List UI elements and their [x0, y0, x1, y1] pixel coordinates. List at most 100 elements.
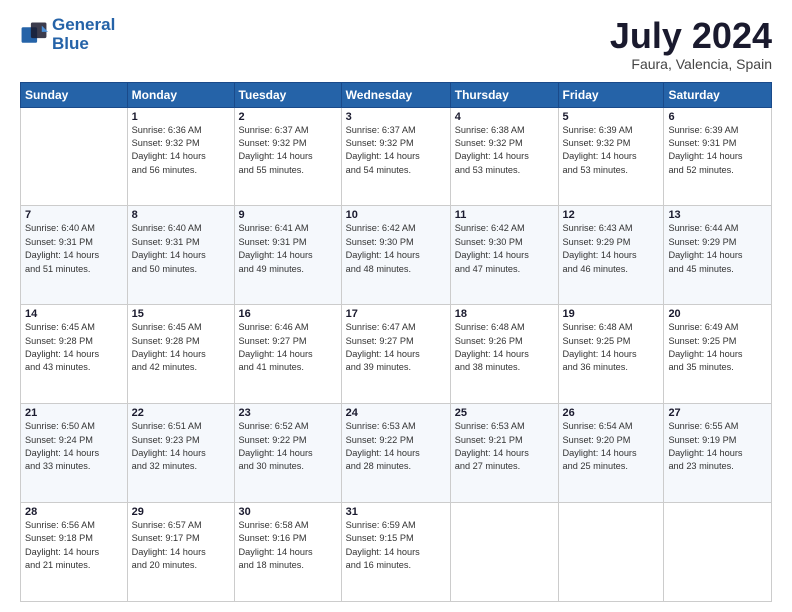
- day-info: Sunrise: 6:49 AM Sunset: 9:25 PM Dayligh…: [668, 321, 767, 374]
- day-info: Sunrise: 6:53 AM Sunset: 9:21 PM Dayligh…: [455, 420, 554, 473]
- calendar-cell: [558, 503, 664, 602]
- weekday-header-cell: Monday: [127, 82, 234, 107]
- calendar-table: SundayMondayTuesdayWednesdayThursdayFrid…: [20, 82, 772, 602]
- day-info: Sunrise: 6:59 AM Sunset: 9:15 PM Dayligh…: [346, 519, 446, 572]
- calendar-cell: [21, 107, 128, 206]
- day-number: 26: [563, 407, 660, 419]
- calendar-cell: 26Sunrise: 6:54 AM Sunset: 9:20 PM Dayli…: [558, 404, 664, 503]
- day-info: Sunrise: 6:53 AM Sunset: 9:22 PM Dayligh…: [346, 420, 446, 473]
- day-info: Sunrise: 6:40 AM Sunset: 9:31 PM Dayligh…: [132, 222, 230, 275]
- calendar-cell: 22Sunrise: 6:51 AM Sunset: 9:23 PM Dayli…: [127, 404, 234, 503]
- calendar-cell: 7Sunrise: 6:40 AM Sunset: 9:31 PM Daylig…: [21, 206, 128, 305]
- day-info: Sunrise: 6:51 AM Sunset: 9:23 PM Dayligh…: [132, 420, 230, 473]
- day-number: 1: [132, 111, 230, 123]
- calendar-cell: 31Sunrise: 6:59 AM Sunset: 9:15 PM Dayli…: [341, 503, 450, 602]
- calendar-cell: 24Sunrise: 6:53 AM Sunset: 9:22 PM Dayli…: [341, 404, 450, 503]
- day-number: 11: [455, 209, 554, 221]
- calendar-cell: 20Sunrise: 6:49 AM Sunset: 9:25 PM Dayli…: [664, 305, 772, 404]
- weekday-header-cell: Sunday: [21, 82, 128, 107]
- day-number: 18: [455, 308, 554, 320]
- calendar-cell: 5Sunrise: 6:39 AM Sunset: 9:32 PM Daylig…: [558, 107, 664, 206]
- day-number: 19: [563, 308, 660, 320]
- day-number: 9: [239, 209, 337, 221]
- weekday-header-row: SundayMondayTuesdayWednesdayThursdayFrid…: [21, 82, 772, 107]
- day-number: 17: [346, 308, 446, 320]
- calendar-cell: 1Sunrise: 6:36 AM Sunset: 9:32 PM Daylig…: [127, 107, 234, 206]
- calendar-cell: 17Sunrise: 6:47 AM Sunset: 9:27 PM Dayli…: [341, 305, 450, 404]
- logo-text: General Blue: [52, 16, 115, 53]
- calendar-cell: 4Sunrise: 6:38 AM Sunset: 9:32 PM Daylig…: [450, 107, 558, 206]
- calendar-cell: [664, 503, 772, 602]
- calendar-cell: 9Sunrise: 6:41 AM Sunset: 9:31 PM Daylig…: [234, 206, 341, 305]
- day-info: Sunrise: 6:41 AM Sunset: 9:31 PM Dayligh…: [239, 222, 337, 275]
- calendar-week-row: 7Sunrise: 6:40 AM Sunset: 9:31 PM Daylig…: [21, 206, 772, 305]
- calendar-week-row: 14Sunrise: 6:45 AM Sunset: 9:28 PM Dayli…: [21, 305, 772, 404]
- day-number: 12: [563, 209, 660, 221]
- calendar-cell: 10Sunrise: 6:42 AM Sunset: 9:30 PM Dayli…: [341, 206, 450, 305]
- logo-line1: General: [52, 15, 115, 34]
- day-info: Sunrise: 6:44 AM Sunset: 9:29 PM Dayligh…: [668, 222, 767, 275]
- day-info: Sunrise: 6:54 AM Sunset: 9:20 PM Dayligh…: [563, 420, 660, 473]
- day-info: Sunrise: 6:39 AM Sunset: 9:31 PM Dayligh…: [668, 124, 767, 177]
- calendar-cell: 12Sunrise: 6:43 AM Sunset: 9:29 PM Dayli…: [558, 206, 664, 305]
- day-info: Sunrise: 6:42 AM Sunset: 9:30 PM Dayligh…: [455, 222, 554, 275]
- day-info: Sunrise: 6:58 AM Sunset: 9:16 PM Dayligh…: [239, 519, 337, 572]
- calendar-cell: [450, 503, 558, 602]
- calendar-cell: 14Sunrise: 6:45 AM Sunset: 9:28 PM Dayli…: [21, 305, 128, 404]
- calendar-cell: 18Sunrise: 6:48 AM Sunset: 9:26 PM Dayli…: [450, 305, 558, 404]
- day-info: Sunrise: 6:48 AM Sunset: 9:25 PM Dayligh…: [563, 321, 660, 374]
- weekday-header-cell: Saturday: [664, 82, 772, 107]
- day-number: 4: [455, 111, 554, 123]
- day-info: Sunrise: 6:52 AM Sunset: 9:22 PM Dayligh…: [239, 420, 337, 473]
- day-number: 24: [346, 407, 446, 419]
- day-info: Sunrise: 6:56 AM Sunset: 9:18 PM Dayligh…: [25, 519, 123, 572]
- day-number: 2: [239, 111, 337, 123]
- day-number: 15: [132, 308, 230, 320]
- day-number: 30: [239, 506, 337, 518]
- day-info: Sunrise: 6:40 AM Sunset: 9:31 PM Dayligh…: [25, 222, 123, 275]
- day-number: 25: [455, 407, 554, 419]
- main-title: July 2024: [610, 16, 772, 56]
- calendar-cell: 2Sunrise: 6:37 AM Sunset: 9:32 PM Daylig…: [234, 107, 341, 206]
- calendar-cell: 11Sunrise: 6:42 AM Sunset: 9:30 PM Dayli…: [450, 206, 558, 305]
- calendar-cell: 3Sunrise: 6:37 AM Sunset: 9:32 PM Daylig…: [341, 107, 450, 206]
- day-info: Sunrise: 6:39 AM Sunset: 9:32 PM Dayligh…: [563, 124, 660, 177]
- weekday-header-cell: Thursday: [450, 82, 558, 107]
- day-number: 7: [25, 209, 123, 221]
- day-number: 16: [239, 308, 337, 320]
- weekday-header-cell: Friday: [558, 82, 664, 107]
- header: General Blue July 2024 Faura, Valencia, …: [20, 16, 772, 72]
- day-info: Sunrise: 6:55 AM Sunset: 9:19 PM Dayligh…: [668, 420, 767, 473]
- day-info: Sunrise: 6:45 AM Sunset: 9:28 PM Dayligh…: [132, 321, 230, 374]
- day-info: Sunrise: 6:47 AM Sunset: 9:27 PM Dayligh…: [346, 321, 446, 374]
- day-info: Sunrise: 6:38 AM Sunset: 9:32 PM Dayligh…: [455, 124, 554, 177]
- calendar-cell: 30Sunrise: 6:58 AM Sunset: 9:16 PM Dayli…: [234, 503, 341, 602]
- day-info: Sunrise: 6:42 AM Sunset: 9:30 PM Dayligh…: [346, 222, 446, 275]
- calendar-week-row: 1Sunrise: 6:36 AM Sunset: 9:32 PM Daylig…: [21, 107, 772, 206]
- logo-icon: [20, 21, 48, 49]
- calendar-cell: 25Sunrise: 6:53 AM Sunset: 9:21 PM Dayli…: [450, 404, 558, 503]
- day-info: Sunrise: 6:46 AM Sunset: 9:27 PM Dayligh…: [239, 321, 337, 374]
- calendar-week-row: 28Sunrise: 6:56 AM Sunset: 9:18 PM Dayli…: [21, 503, 772, 602]
- logo: General Blue: [20, 16, 115, 53]
- day-number: 27: [668, 407, 767, 419]
- calendar-week-row: 21Sunrise: 6:50 AM Sunset: 9:24 PM Dayli…: [21, 404, 772, 503]
- calendar-cell: 8Sunrise: 6:40 AM Sunset: 9:31 PM Daylig…: [127, 206, 234, 305]
- calendar-cell: 29Sunrise: 6:57 AM Sunset: 9:17 PM Dayli…: [127, 503, 234, 602]
- calendar-cell: 6Sunrise: 6:39 AM Sunset: 9:31 PM Daylig…: [664, 107, 772, 206]
- day-info: Sunrise: 6:57 AM Sunset: 9:17 PM Dayligh…: [132, 519, 230, 572]
- logo-line2: Blue: [52, 34, 89, 53]
- day-number: 20: [668, 308, 767, 320]
- calendar-body: 1Sunrise: 6:36 AM Sunset: 9:32 PM Daylig…: [21, 107, 772, 601]
- day-info: Sunrise: 6:50 AM Sunset: 9:24 PM Dayligh…: [25, 420, 123, 473]
- calendar-cell: 23Sunrise: 6:52 AM Sunset: 9:22 PM Dayli…: [234, 404, 341, 503]
- weekday-header-cell: Tuesday: [234, 82, 341, 107]
- day-number: 6: [668, 111, 767, 123]
- day-number: 13: [668, 209, 767, 221]
- calendar-cell: 19Sunrise: 6:48 AM Sunset: 9:25 PM Dayli…: [558, 305, 664, 404]
- calendar-cell: 28Sunrise: 6:56 AM Sunset: 9:18 PM Dayli…: [21, 503, 128, 602]
- calendar-cell: 13Sunrise: 6:44 AM Sunset: 9:29 PM Dayli…: [664, 206, 772, 305]
- title-block: July 2024 Faura, Valencia, Spain: [610, 16, 772, 72]
- page: General Blue July 2024 Faura, Valencia, …: [0, 0, 792, 612]
- day-info: Sunrise: 6:37 AM Sunset: 9:32 PM Dayligh…: [346, 124, 446, 177]
